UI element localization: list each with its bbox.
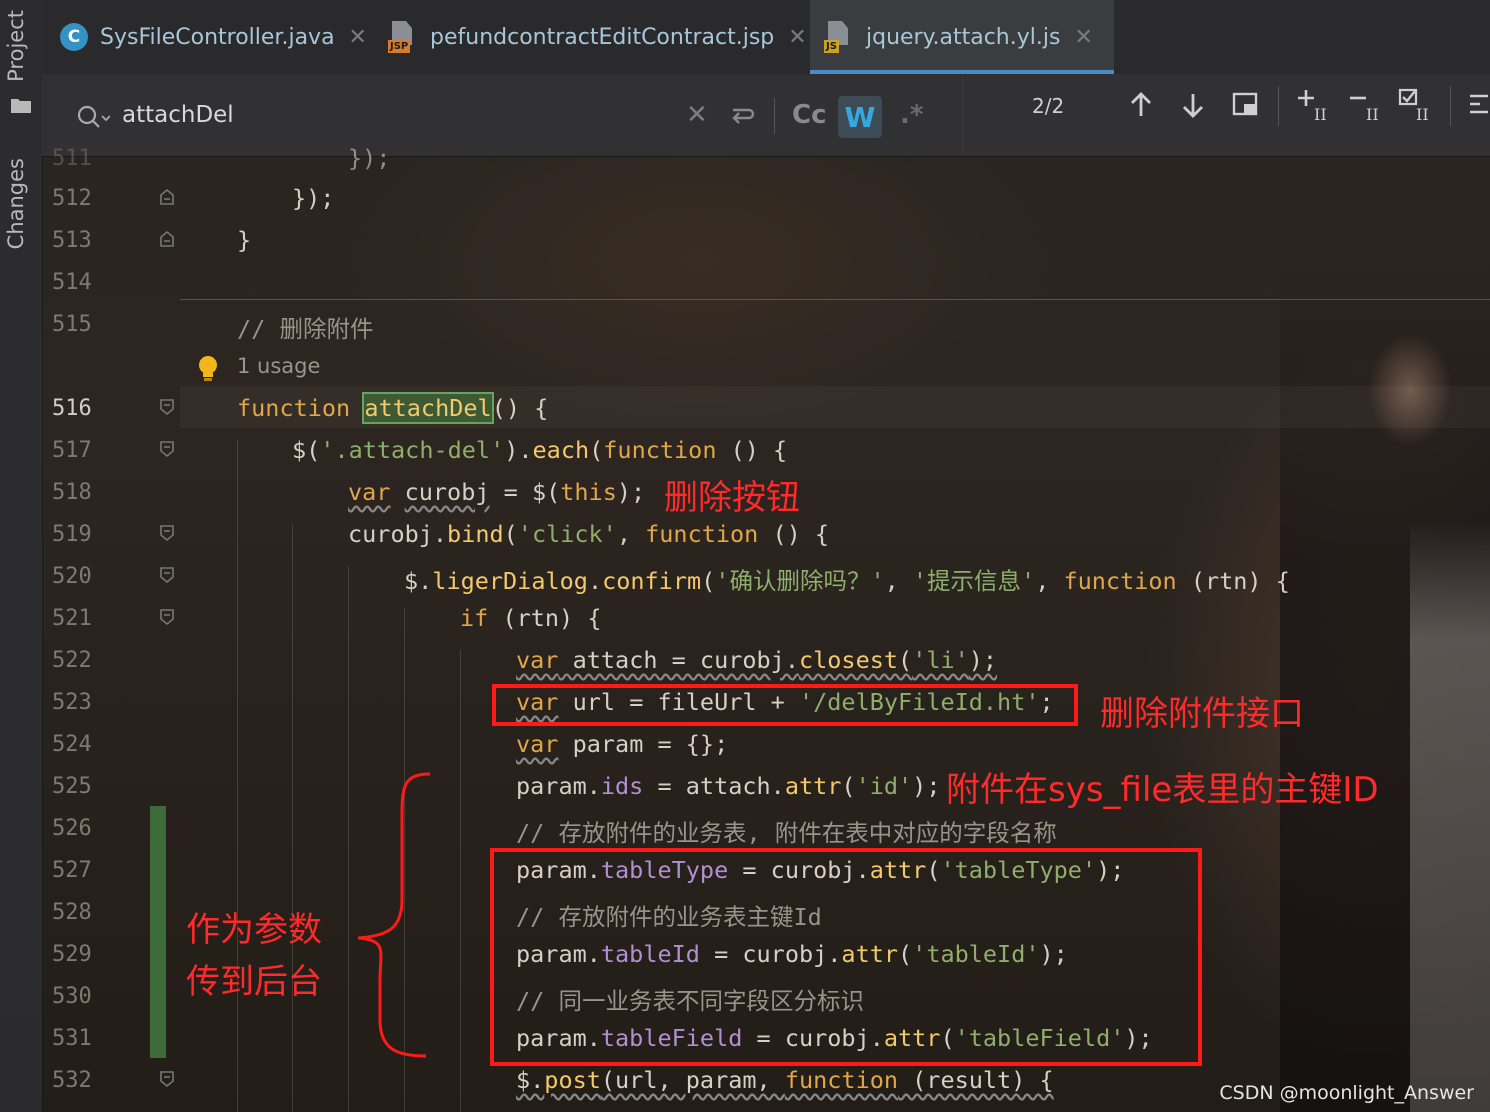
annotation-delete-button: 删除按钮 xyxy=(664,478,800,518)
tab-label: jquery.attach.yl.js xyxy=(866,24,1061,50)
words-button[interactable]: W xyxy=(838,96,882,138)
folder-icon xyxy=(11,99,31,113)
line-number: 524 xyxy=(52,732,92,757)
find-toolbar: attachDel ✕ Cc W .* 2/2 II II II xyxy=(42,74,1490,157)
fold-start-icon[interactable] xyxy=(159,398,175,416)
line-number-current: 516 xyxy=(52,396,92,421)
line-number: 525 xyxy=(52,774,92,799)
changes-tool-button[interactable]: Changes xyxy=(4,158,28,249)
code-line-511: }); xyxy=(348,144,391,172)
code-line-526: // 存放附件的业务表, 附件在表中对应的字段名称 xyxy=(516,819,1057,847)
usage-hint[interactable]: 1 usage xyxy=(237,354,320,378)
jsp-file-icon: JSP xyxy=(388,21,418,53)
fold-start-icon[interactable] xyxy=(159,566,175,584)
js-file-icon: JS xyxy=(824,21,854,53)
line-number: 511 xyxy=(52,146,92,171)
method-separator xyxy=(180,299,1490,300)
search-match-highlight: attachDel xyxy=(362,392,494,424)
watermark: CSDN @moonlight_Answer xyxy=(1219,1082,1474,1104)
fold-start-icon[interactable] xyxy=(159,608,175,626)
arrow-up-icon[interactable] xyxy=(1128,90,1154,120)
java-class-icon: C xyxy=(60,23,88,51)
code-line-520: $.ligerDialog.confirm('确认删除吗？', '提示信息', … xyxy=(404,567,1290,595)
toggle-occurrence-icon[interactable]: II xyxy=(1398,88,1434,122)
line-number: 519 xyxy=(52,522,92,547)
code-line-518: var curobj = $(this); xyxy=(348,478,646,506)
annotation-primary-key: 附件在sys_file表里的主键ID xyxy=(946,770,1379,810)
vcs-change-marker xyxy=(150,806,166,1058)
line-number: 523 xyxy=(52,690,92,715)
fold-start-icon[interactable] xyxy=(159,440,175,458)
filter-options-icon[interactable] xyxy=(1468,92,1490,118)
code-line-521: if (rtn) { xyxy=(460,604,602,632)
line-number: 530 xyxy=(52,984,92,1009)
line-number: 521 xyxy=(52,606,92,631)
line-number: 518 xyxy=(52,480,92,505)
fold-end-icon[interactable] xyxy=(159,230,175,248)
tab-label: SysFileController.java xyxy=(100,24,335,50)
line-number: 529 xyxy=(52,942,92,967)
match-case-button[interactable]: Cc xyxy=(792,100,827,130)
code-line-524: var param = {}; xyxy=(516,730,729,758)
arrow-down-icon[interactable] xyxy=(1180,90,1206,120)
project-tool-button[interactable]: Project xyxy=(4,10,28,82)
tab-pefundcontract-jsp[interactable]: JSP pefundcontractEditContract.jsp ✕ xyxy=(388,0,808,74)
line-number: 512 xyxy=(52,186,92,211)
code-line-516: function attachDel() { xyxy=(237,392,549,424)
fold-start-icon[interactable] xyxy=(159,1070,175,1088)
new-line-icon[interactable] xyxy=(730,104,756,128)
search-icon[interactable] xyxy=(76,104,110,130)
annotation-box-params xyxy=(490,848,1202,1066)
fold-start-icon[interactable] xyxy=(159,524,175,542)
remove-occurrence-icon[interactable]: II xyxy=(1348,88,1384,122)
tab-jquery-attach-js[interactable]: JS jquery.attach.yl.js ✕ xyxy=(810,0,1114,74)
clear-search-icon[interactable]: ✕ xyxy=(686,100,708,130)
regex-button[interactable]: .* xyxy=(900,100,923,130)
line-number: 514 xyxy=(52,270,92,295)
line-number: 517 xyxy=(52,438,92,463)
search-field[interactable]: attachDel ✕ Cc W .* xyxy=(42,74,962,156)
code-line-513: } xyxy=(237,226,252,254)
line-number: 526 xyxy=(52,816,92,841)
annotation-box-url xyxy=(492,684,1078,726)
annotation-as-params-1: 作为参数 xyxy=(186,910,322,950)
line-number: 522 xyxy=(52,648,92,673)
lightbulb-icon[interactable] xyxy=(196,354,220,384)
tab-sysfilecontroller[interactable]: C SysFileController.java ✕ xyxy=(60,0,380,74)
code-line-517: $('.attach-del').each(function () { xyxy=(292,436,788,464)
line-number: 532 xyxy=(52,1068,92,1093)
close-icon[interactable]: ✕ xyxy=(788,25,806,50)
svg-text:II: II xyxy=(1314,105,1327,122)
annotation-curly-brace xyxy=(357,772,431,1058)
code-line-522: var attach = curobj.closest('li'); xyxy=(516,646,998,674)
line-number: 513 xyxy=(52,228,92,253)
code-line-515: // 删除附件 xyxy=(237,315,374,343)
tab-label: pefundcontractEditContract.jsp xyxy=(430,24,775,50)
annotation-as-params-2: 传到后台 xyxy=(186,962,322,1002)
editor-tab-bar: C SysFileController.java ✕ JSP pefundcon… xyxy=(42,0,1490,75)
match-counter: 2/2 xyxy=(1032,94,1065,118)
wallpaper-figure-apron xyxy=(1410,520,1490,1112)
svg-text:II: II xyxy=(1366,105,1379,122)
line-number: 520 xyxy=(52,564,92,589)
line-number: 531 xyxy=(52,1026,92,1051)
svg-text:II: II xyxy=(1416,105,1429,122)
select-all-occurrences-icon[interactable] xyxy=(1232,92,1260,118)
annotation-delete-api: 删除附件接口 xyxy=(1100,694,1304,734)
code-line-525: param.ids = attach.attr('id'); xyxy=(516,772,941,800)
line-number: 528 xyxy=(52,900,92,925)
line-number: 527 xyxy=(52,858,92,883)
tool-window-strip: Project Changes xyxy=(0,0,43,1112)
line-number: 515 xyxy=(52,312,92,337)
add-occurrence-icon[interactable]: II xyxy=(1296,88,1332,122)
fold-end-icon[interactable] xyxy=(159,188,175,206)
code-line-532: $.post(url, param, function (result) { xyxy=(516,1066,1054,1094)
close-icon[interactable]: ✕ xyxy=(349,25,367,50)
search-input[interactable]: attachDel xyxy=(122,102,234,128)
code-line-519: curobj.bind('click', function () { xyxy=(348,520,830,548)
close-icon[interactable]: ✕ xyxy=(1074,25,1092,50)
code-line-512: }); xyxy=(292,184,335,212)
